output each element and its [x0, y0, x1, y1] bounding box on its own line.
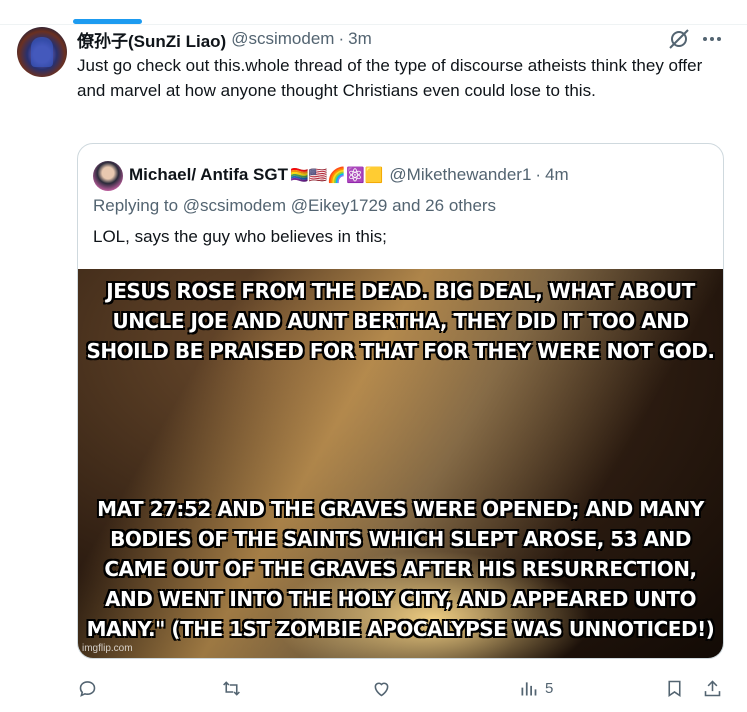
replying-prefix: Replying to — [93, 196, 183, 215]
views-count: 5 — [545, 679, 554, 697]
bookmark-icon — [668, 680, 681, 697]
share-button[interactable] — [702, 675, 723, 701]
retweet-button[interactable] — [221, 675, 242, 701]
separator-dot: · — [338, 29, 345, 48]
quoted-author-handle[interactable]: @Mikethewander1 — [389, 165, 531, 185]
tweet-text: Just go check out this.whole thread of t… — [77, 56, 703, 100]
quoted-time[interactable]: 4m — [545, 165, 569, 185]
retweet-icon — [223, 680, 240, 696]
meme-bottom-text: MAT 27:52 AND THE GRAVES WERE OPENED; AN… — [86, 497, 715, 641]
replying-to: Replying to @scsimodem @Eikey1729 and 26… — [93, 196, 496, 216]
meme-top-text: JESUS ROSE FROM THE DEAD. BIG DEAL, WHAT… — [86, 279, 715, 363]
top-divider — [0, 24, 747, 25]
views-icon — [521, 681, 537, 695]
quoted-separator-dot: · — [535, 165, 542, 184]
quoted-author-emojis: 🏳️‍🌈🇺🇸🌈⚛️🟨 — [290, 167, 384, 184]
author-handle[interactable]: @scsimodem — [231, 29, 334, 49]
bookmark-button[interactable] — [664, 675, 685, 701]
quoted-avatar[interactable] — [93, 161, 123, 191]
action-bar: 5 — [77, 675, 727, 701]
reply-button[interactable] — [77, 675, 98, 701]
meme-image[interactable]: JESUS ROSE FROM THE DEAD. BIG DEAL, WHAT… — [78, 269, 723, 658]
tweet-time[interactable]: 3m — [348, 29, 372, 49]
like-icon — [374, 682, 389, 696]
replying-targets[interactable]: @scsimodem @Eikey1729 and 26 others — [183, 196, 496, 215]
more-options-icon[interactable] — [700, 27, 724, 51]
active-tab-indicator — [73, 19, 142, 24]
author-name[interactable]: 僚孙子(SunZi Liao) — [77, 27, 226, 52]
grok-icon[interactable] — [667, 27, 691, 51]
meme-watermark: imgflip.com — [82, 643, 133, 654]
quoted-text: LOL, says the guy who believes in this; — [93, 227, 387, 246]
avatar[interactable] — [17, 27, 67, 77]
tweet-header: 僚孙子(SunZi Liao) @scsimodem · 3m — [77, 27, 372, 51]
views-button[interactable]: 5 — [518, 675, 553, 701]
like-button[interactable] — [371, 675, 392, 701]
quoted-tweet[interactable]: Michael/ Antifa SGT 🏳️‍🌈🇺🇸🌈⚛️🟨 @Mikethew… — [77, 143, 724, 659]
reply-icon — [79, 680, 96, 697]
quoted-author-name[interactable]: Michael/ Antifa SGT — [129, 165, 288, 185]
share-icon — [704, 679, 721, 696]
quoted-header: Michael/ Antifa SGT 🏳️‍🌈🇺🇸🌈⚛️🟨 @Mikethew… — [129, 163, 569, 187]
